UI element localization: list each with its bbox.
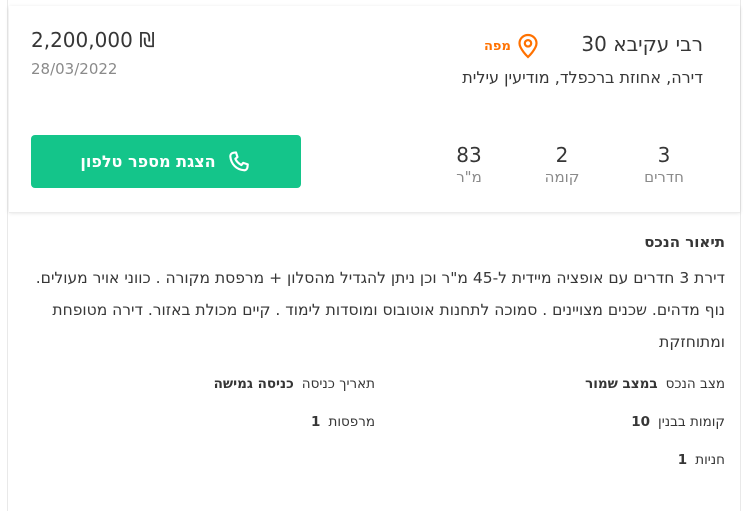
map-link-label: מפה bbox=[484, 38, 511, 54]
detail-value: 1 bbox=[677, 452, 688, 468]
page-border-right bbox=[740, 0, 741, 511]
detail-building-floors: קומות בבנין 10 bbox=[631, 414, 725, 430]
description-text: דירת 3 חדרים עם אופציה מיידית ל-45 מ"ר ו… bbox=[35, 269, 725, 351]
detail-value: כניסה גמישה bbox=[213, 376, 294, 392]
map-link[interactable]: מפה bbox=[484, 32, 539, 60]
phone-icon bbox=[226, 149, 252, 175]
stat-floor-label: קומה bbox=[544, 168, 580, 186]
stat-area-label: מ"ר bbox=[456, 168, 482, 186]
description-title: תיאור הנכס bbox=[644, 233, 725, 251]
show-phone-label: הצגת מספר טלפון bbox=[80, 152, 216, 171]
listing-page: רבי עקיבא 30 מפה דירה, אחוזת ברכפלד, מוד… bbox=[0, 0, 743, 511]
show-phone-button[interactable]: הצגת מספר טלפון bbox=[31, 135, 301, 188]
stat-rooms-label: חדרים bbox=[644, 168, 684, 186]
listing-date: 28/03/2022 bbox=[31, 60, 118, 78]
stat-rooms: 3 חדרים bbox=[629, 143, 699, 187]
section-divider bbox=[9, 212, 740, 213]
detail-label: מצב הנכס bbox=[665, 376, 725, 392]
detail-parking: חניות 1 bbox=[678, 452, 725, 468]
detail-value: 1 bbox=[311, 414, 321, 430]
listing-price: 2,200,000 ₪ bbox=[31, 28, 155, 52]
listing-subtitle: דירה, אחוזת ברכפלד, מודיעין עילית bbox=[462, 68, 703, 87]
listing-address: רבי עקיבא 30 bbox=[581, 32, 703, 56]
detail-label: חניות bbox=[695, 452, 725, 468]
detail-label: תאריך כניסה bbox=[301, 376, 375, 392]
page-border-left bbox=[7, 0, 8, 511]
stat-rooms-value: 3 bbox=[657, 143, 671, 167]
stat-area: 83 מ"ר bbox=[434, 143, 504, 187]
detail-label: קומות בבנין bbox=[658, 414, 725, 430]
stat-floor: 2 קומה bbox=[527, 143, 597, 187]
stat-floor-value: 2 bbox=[555, 143, 569, 167]
detail-value: 10 bbox=[631, 414, 651, 430]
detail-value: במצב שמור bbox=[585, 376, 658, 392]
detail-property-condition: מצב הנכס במצב שמור bbox=[585, 376, 725, 392]
map-pin-icon bbox=[517, 33, 539, 59]
detail-label: מרפסות bbox=[328, 414, 375, 430]
stat-area-value: 83 bbox=[456, 143, 482, 167]
detail-balconies: מרפסות 1 bbox=[311, 414, 375, 430]
detail-entry-date: תאריך כניסה כניסה גמישה bbox=[214, 376, 375, 392]
